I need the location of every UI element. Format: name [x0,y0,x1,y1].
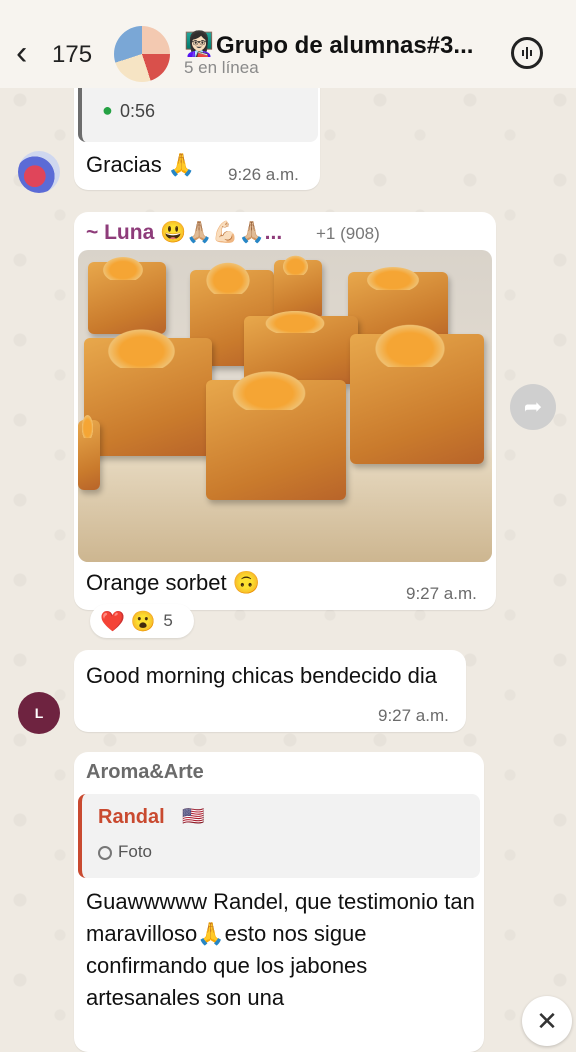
message-time: 9:27 a.m. [406,584,477,603]
message-bubble[interactable]: Good morning chicas bendecido dia 9:27 a… [74,650,466,732]
soap-bar [206,368,346,500]
flag-icon: 🇺🇸 [182,806,205,826]
reaction-count: 5 [163,611,173,630]
close-icon[interactable]: ✕ [522,996,572,1046]
title-emoji: 👩🏻‍🏫 [184,31,214,58]
quoted-type: Foto [98,842,152,862]
microphone-icon: ● [102,100,113,120]
voice-call-icon[interactable] [511,37,543,69]
quoted-message[interactable]: Randal 🇺🇸 Foto [78,794,480,878]
avatar[interactable]: L [18,692,60,734]
online-status: 5 en línea [184,58,259,77]
audio-duration: 0:56 [120,101,156,121]
chat-header: ‹ 175 👩🏻‍🏫 Grupo de alumnas#3... 5 en lí… [0,0,576,88]
soap-bar [84,326,212,456]
message-text: Gracias 🙏 [86,152,196,177]
back-chevron-icon[interactable]: ‹ [16,36,27,70]
avatar[interactable] [18,151,60,193]
sender-phone: +1 (908) [316,224,380,243]
quoted-audio[interactable]: ● 0:56 [78,86,318,142]
reactions-pill[interactable]: ❤️ 😮 5 [90,604,194,638]
sender-name[interactable]: ~ Luna 😃🙏🏼💪🏻🙏🏼... [86,221,282,245]
message-bubble[interactable]: ~ Luna 😃🙏🏼💪🏻🙏🏼... +1 (908) Orange sorbet… [74,212,496,610]
forward-icon[interactable]: ➦ [510,384,556,430]
group-avatar[interactable] [114,26,170,82]
photo-timer-icon [98,846,112,860]
quoted-type-label: Foto [118,842,153,861]
message-caption: Orange sorbet 🙃 [86,570,261,595]
message-time: 9:26 a.m. [228,165,299,184]
message-bubble[interactable]: Aroma&Arte Randal 🇺🇸 Foto Guawwwww Rande… [74,752,484,1052]
chat-title[interactable]: Grupo de alumnas#3... [216,32,473,60]
soap-bar [78,413,100,490]
sender-name[interactable]: Aroma&Arte [86,761,204,784]
message-text: Guawwwww Randel, que testimonio tan mara… [86,889,475,1010]
soap-photo[interactable] [78,250,492,562]
soap-bar [350,321,484,464]
message-text: Good morning chicas bendecido dia [86,663,438,688]
soap-bar [88,254,166,334]
quoted-sender: Randal [98,806,165,828]
unread-count[interactable]: 175 [52,41,92,69]
message-time: 9:27 a.m. [378,706,449,725]
reaction-emojis: ❤️ 😮 [100,610,156,633]
